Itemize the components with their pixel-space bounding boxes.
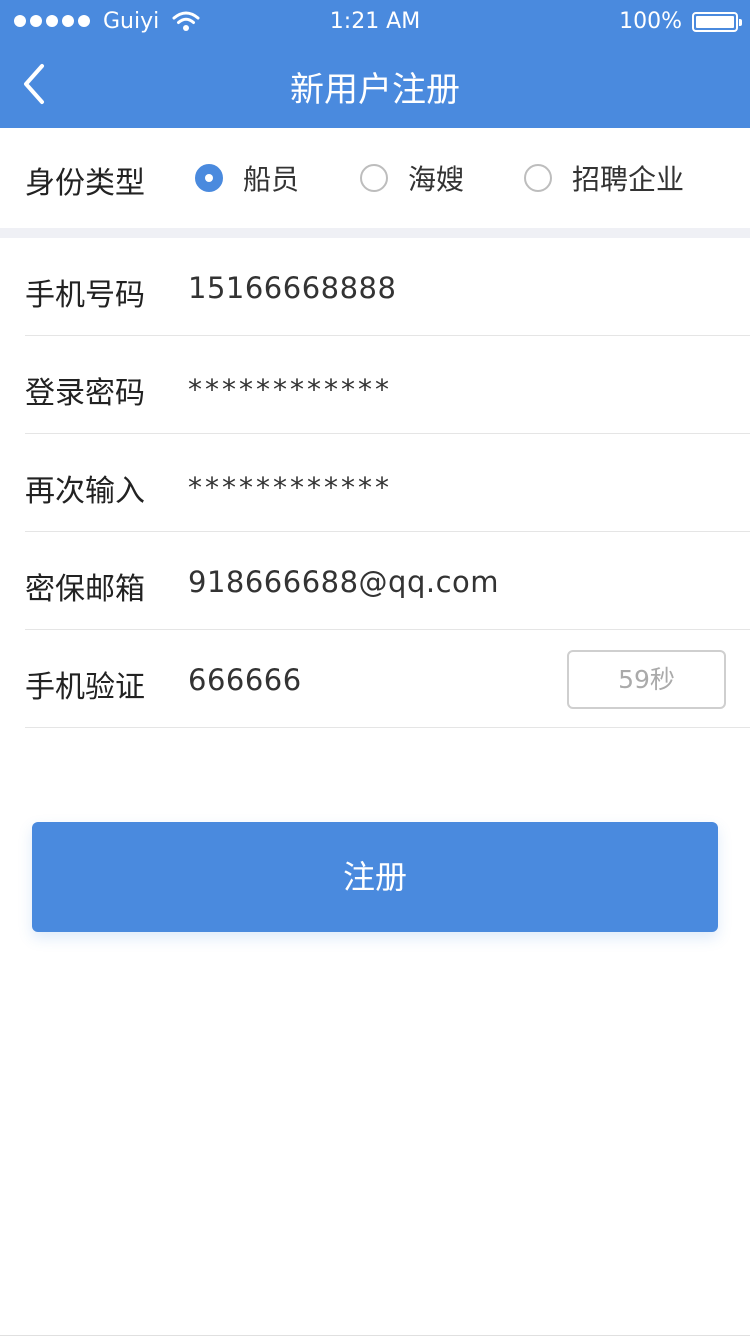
identity-type-label: 身份类型 xyxy=(25,166,145,201)
identity-type-row: 身份类型 船员 海嫂 招聘企业 xyxy=(0,128,750,228)
page-title: 新用户注册 xyxy=(290,70,460,110)
radio-option-company[interactable]: 招聘企业 xyxy=(524,158,684,198)
radio-checked-icon[interactable] xyxy=(195,164,223,192)
battery-icon xyxy=(692,12,742,32)
email-label: 密保邮箱 xyxy=(25,572,145,607)
radio-unchecked-icon[interactable] xyxy=(360,164,388,192)
radio-option-crew[interactable]: 船员 xyxy=(195,158,299,198)
password-input[interactable] xyxy=(188,369,548,409)
radio-label-wife: 海嫂 xyxy=(408,163,465,196)
phone-field-row: 手机号码 xyxy=(25,238,750,336)
email-field-row: 密保邮箱 xyxy=(25,532,750,630)
email-input[interactable] xyxy=(188,562,688,602)
radio-label-company: 招聘企业 xyxy=(572,163,685,196)
password-confirm-input[interactable] xyxy=(188,467,548,507)
sms-code-field-row: 手机验证 59秒 xyxy=(25,630,750,728)
header: Guiyi 1:21 AM 100% 新用户注册 xyxy=(0,0,750,128)
radio-label-crew: 船员 xyxy=(243,163,300,196)
section-separator xyxy=(0,228,750,238)
sms-code-input[interactable] xyxy=(188,660,488,700)
sms-code-label: 手机验证 xyxy=(25,670,145,705)
phone-input[interactable] xyxy=(188,268,548,308)
password-field-row: 登录密码 xyxy=(25,336,750,434)
password-confirm-label: 再次输入 xyxy=(25,474,145,509)
bottom-divider xyxy=(0,1335,750,1336)
battery-percent: 100% xyxy=(619,9,682,34)
status-bar: Guiyi 1:21 AM 100% xyxy=(0,0,750,44)
phone-label: 手机号码 xyxy=(25,278,145,313)
radio-unchecked-icon[interactable] xyxy=(524,164,552,192)
password-confirm-field-row: 再次输入 xyxy=(25,434,750,532)
resend-code-button[interactable]: 59秒 xyxy=(567,650,726,709)
nav-bar: 新用户注册 xyxy=(0,44,750,128)
password-label: 登录密码 xyxy=(25,376,145,411)
register-button[interactable]: 注册 xyxy=(32,822,718,932)
radio-option-wife[interactable]: 海嫂 xyxy=(360,158,464,198)
